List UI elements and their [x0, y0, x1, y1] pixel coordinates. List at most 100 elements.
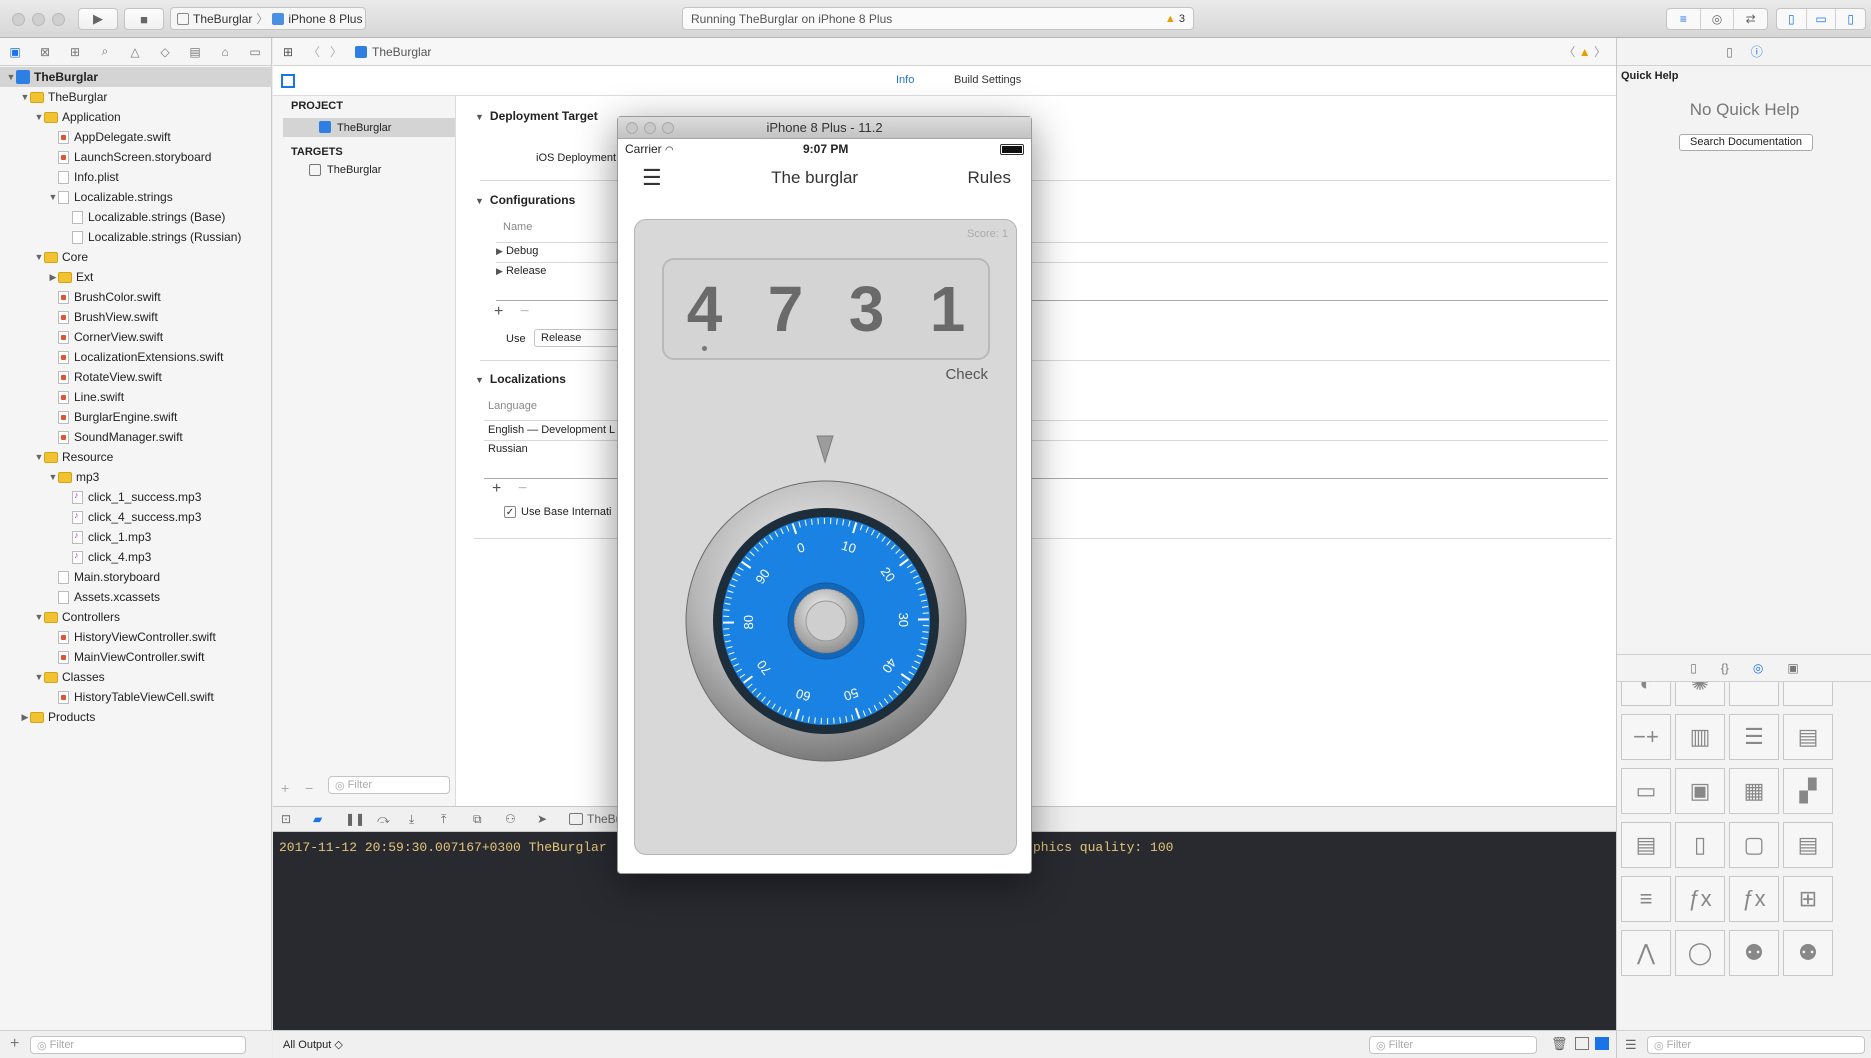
navigator-item[interactable]: Info.plist [0, 167, 272, 187]
remove-target-icon[interactable]: − [305, 780, 313, 796]
navigator-item[interactable]: CornerView.swift [0, 327, 272, 347]
search-documentation-button[interactable]: Search Documentation [1679, 134, 1813, 151]
disclosure-icon[interactable]: ▼ [20, 92, 30, 102]
quick-help-icon[interactable]: ⓘ [1751, 43, 1763, 60]
issue-icon[interactable]: △ [120, 45, 150, 59]
add-target-icon[interactable]: + [281, 780, 289, 796]
navigator-item[interactable]: Assets.xcassets [0, 587, 272, 607]
menu-icon[interactable]: ☰ [642, 165, 662, 191]
code-snippet-icon[interactable]: {} [1721, 661, 1729, 675]
disclosure-icon[interactable]: ▼ [48, 472, 58, 482]
target-item[interactable]: TheBurglar [309, 164, 381, 176]
navigator-item[interactable]: ▼ mp3 [0, 467, 272, 487]
library-object-icon[interactable]: ▤ [1783, 822, 1833, 868]
navigator-item[interactable]: ▼ Classes [0, 667, 272, 687]
zoom-window-button[interactable] [52, 13, 65, 26]
toggle-navigator-icon[interactable]: ▯ [1777, 9, 1807, 29]
library-object-icon[interactable]: ▤ [1783, 714, 1833, 760]
navigator-item[interactable]: click_4_success.mp3 [0, 507, 272, 527]
remove-language-icon[interactable]: − [518, 480, 527, 498]
library-object-icon[interactable]: ⋀ [1621, 930, 1671, 976]
issue-navigation[interactable]: 〈 ▲ 〉 [1563, 43, 1606, 60]
navigator-item[interactable]: AppDelegate.swift [0, 127, 272, 147]
navigator-item[interactable]: LaunchScreen.storyboard [0, 147, 272, 167]
navigator-filter-input[interactable]: ◎ Filter [30, 1036, 246, 1054]
show-project-list-icon[interactable] [281, 74, 295, 88]
remove-configuration-icon[interactable]: − [520, 303, 529, 321]
navigator-item[interactable]: Localizable.strings (Base) [0, 207, 272, 227]
close-window-button[interactable] [12, 13, 25, 26]
disclosure-icon[interactable]: ▼ [34, 252, 44, 262]
language-russian[interactable]: Russian [488, 443, 528, 455]
navigator-item[interactable]: click_1.mp3 [0, 527, 272, 547]
standard-editor-icon[interactable]: ≡ [1667, 9, 1701, 29]
navigator-item[interactable]: Localizable.strings (Russian) [0, 227, 272, 247]
project-item[interactable]: TheBurglar [283, 118, 455, 137]
navigator-item[interactable]: click_4.mp3 [0, 547, 272, 567]
related-items-icon[interactable]: ⊞ [273, 45, 303, 59]
find-icon[interactable]: ⌕ [90, 44, 120, 59]
library-object-icon[interactable]: ◐ [1621, 682, 1671, 706]
language-english[interactable]: English — Development L [488, 424, 615, 436]
library-filter-input[interactable]: ◎ Filter [1647, 1036, 1865, 1054]
use-base-internationalization[interactable]: ✓ Use Base Internati [504, 506, 612, 518]
location-icon[interactable]: ➤ [537, 812, 569, 826]
scheme-selector[interactable]: TheBurglar 〉 iPhone 8 Plus [170, 7, 366, 30]
library-object-icon[interactable]: ▤ [1621, 822, 1671, 868]
navigator-item[interactable]: click_1_success.mp3 [0, 487, 272, 507]
assistant-editor-icon[interactable]: ◎ [1701, 9, 1735, 29]
library-object-icon[interactable]: ⚉ [1729, 930, 1779, 976]
disclosure-icon[interactable]: ▼ [475, 112, 484, 122]
library-object-icon[interactable]: ✺ [1675, 682, 1725, 706]
forward-icon[interactable]: 〉 [325, 43, 347, 60]
disclosure-icon[interactable]: ▼ [6, 72, 16, 82]
library-object-icon[interactable] [1783, 682, 1833, 706]
memory-graph-icon[interactable]: ⚇ [505, 812, 537, 826]
code-digit[interactable]: 1 [918, 272, 978, 346]
disclosure-icon[interactable]: ▶ [496, 266, 503, 276]
object-library-icon[interactable]: ◎ [1753, 661, 1763, 675]
navigator-item[interactable]: ▶ Ext [0, 267, 272, 287]
library-object-icon[interactable]: ▣ [1675, 768, 1725, 814]
library-object-icon[interactable]: ≡ [1621, 876, 1671, 922]
disclosure-icon[interactable]: ▼ [48, 192, 58, 202]
trash-icon[interactable]: 🗑 [1551, 1036, 1568, 1052]
source-control-icon[interactable]: ⊠ [30, 45, 60, 59]
library-object-icon[interactable] [1729, 682, 1779, 706]
rules-button[interactable]: Rules [968, 168, 1011, 188]
media-library-icon[interactable]: ▣ [1787, 661, 1798, 675]
console-filter-input[interactable]: ◎ Filter [1369, 1036, 1537, 1054]
test-icon[interactable]: ◇ [150, 45, 180, 59]
version-editor-icon[interactable]: ⇄ [1734, 9, 1767, 29]
navigator-item[interactable]: MainViewController.swift [0, 647, 272, 667]
disclosure-icon[interactable]: ▶ [20, 712, 30, 723]
code-digit[interactable]: 7 [756, 272, 816, 346]
library-object-icon[interactable]: ▭ [1621, 768, 1671, 814]
config-row-release[interactable]: ▶ Release [496, 265, 546, 277]
library-object-icon[interactable]: ◯ [1675, 930, 1725, 976]
step-into-icon[interactable]: ⤓ [409, 812, 441, 827]
close-window-button[interactable] [626, 122, 638, 134]
disclosure-icon[interactable]: ▼ [34, 612, 44, 622]
breadcrumb[interactable]: TheBurglar [372, 45, 431, 59]
file-template-icon[interactable]: ▯ [1690, 661, 1697, 675]
navigator-item[interactable]: SoundManager.swift [0, 427, 272, 447]
disclosure-icon[interactable]: ▼ [475, 196, 484, 206]
disclosure-icon[interactable]: ▼ [34, 672, 44, 682]
checkbox-checked-icon[interactable]: ✓ [504, 506, 516, 518]
warning-indicator[interactable]: ▲ 3 [1165, 13, 1185, 25]
hide-debug-area-icon[interactable]: ⊡ [281, 812, 313, 826]
library-object-icon[interactable]: ▦ [1729, 768, 1779, 814]
view-debugger-icon[interactable]: ⧉ [473, 812, 505, 827]
stop-button[interactable]: ■ [124, 8, 164, 30]
split-right-icon[interactable] [1595, 1037, 1609, 1050]
breakpoint-icon[interactable]: ⌂ [210, 45, 240, 59]
list-view-icon[interactable]: ☰ [1625, 1037, 1637, 1053]
navigator-item[interactable]: HistoryTableViewCell.swift [0, 687, 272, 707]
navigator-item[interactable]: Main.storyboard [0, 567, 272, 587]
navigator-item[interactable]: BrushView.swift [0, 307, 272, 327]
library-object-icon[interactable]: ⚉ [1783, 930, 1833, 976]
library-object-icon[interactable]: ⊞ [1783, 876, 1833, 922]
navigator-item[interactable]: ▼ TheBurglar [0, 67, 272, 87]
navigator-item[interactable]: LocalizationExtensions.swift [0, 347, 272, 367]
